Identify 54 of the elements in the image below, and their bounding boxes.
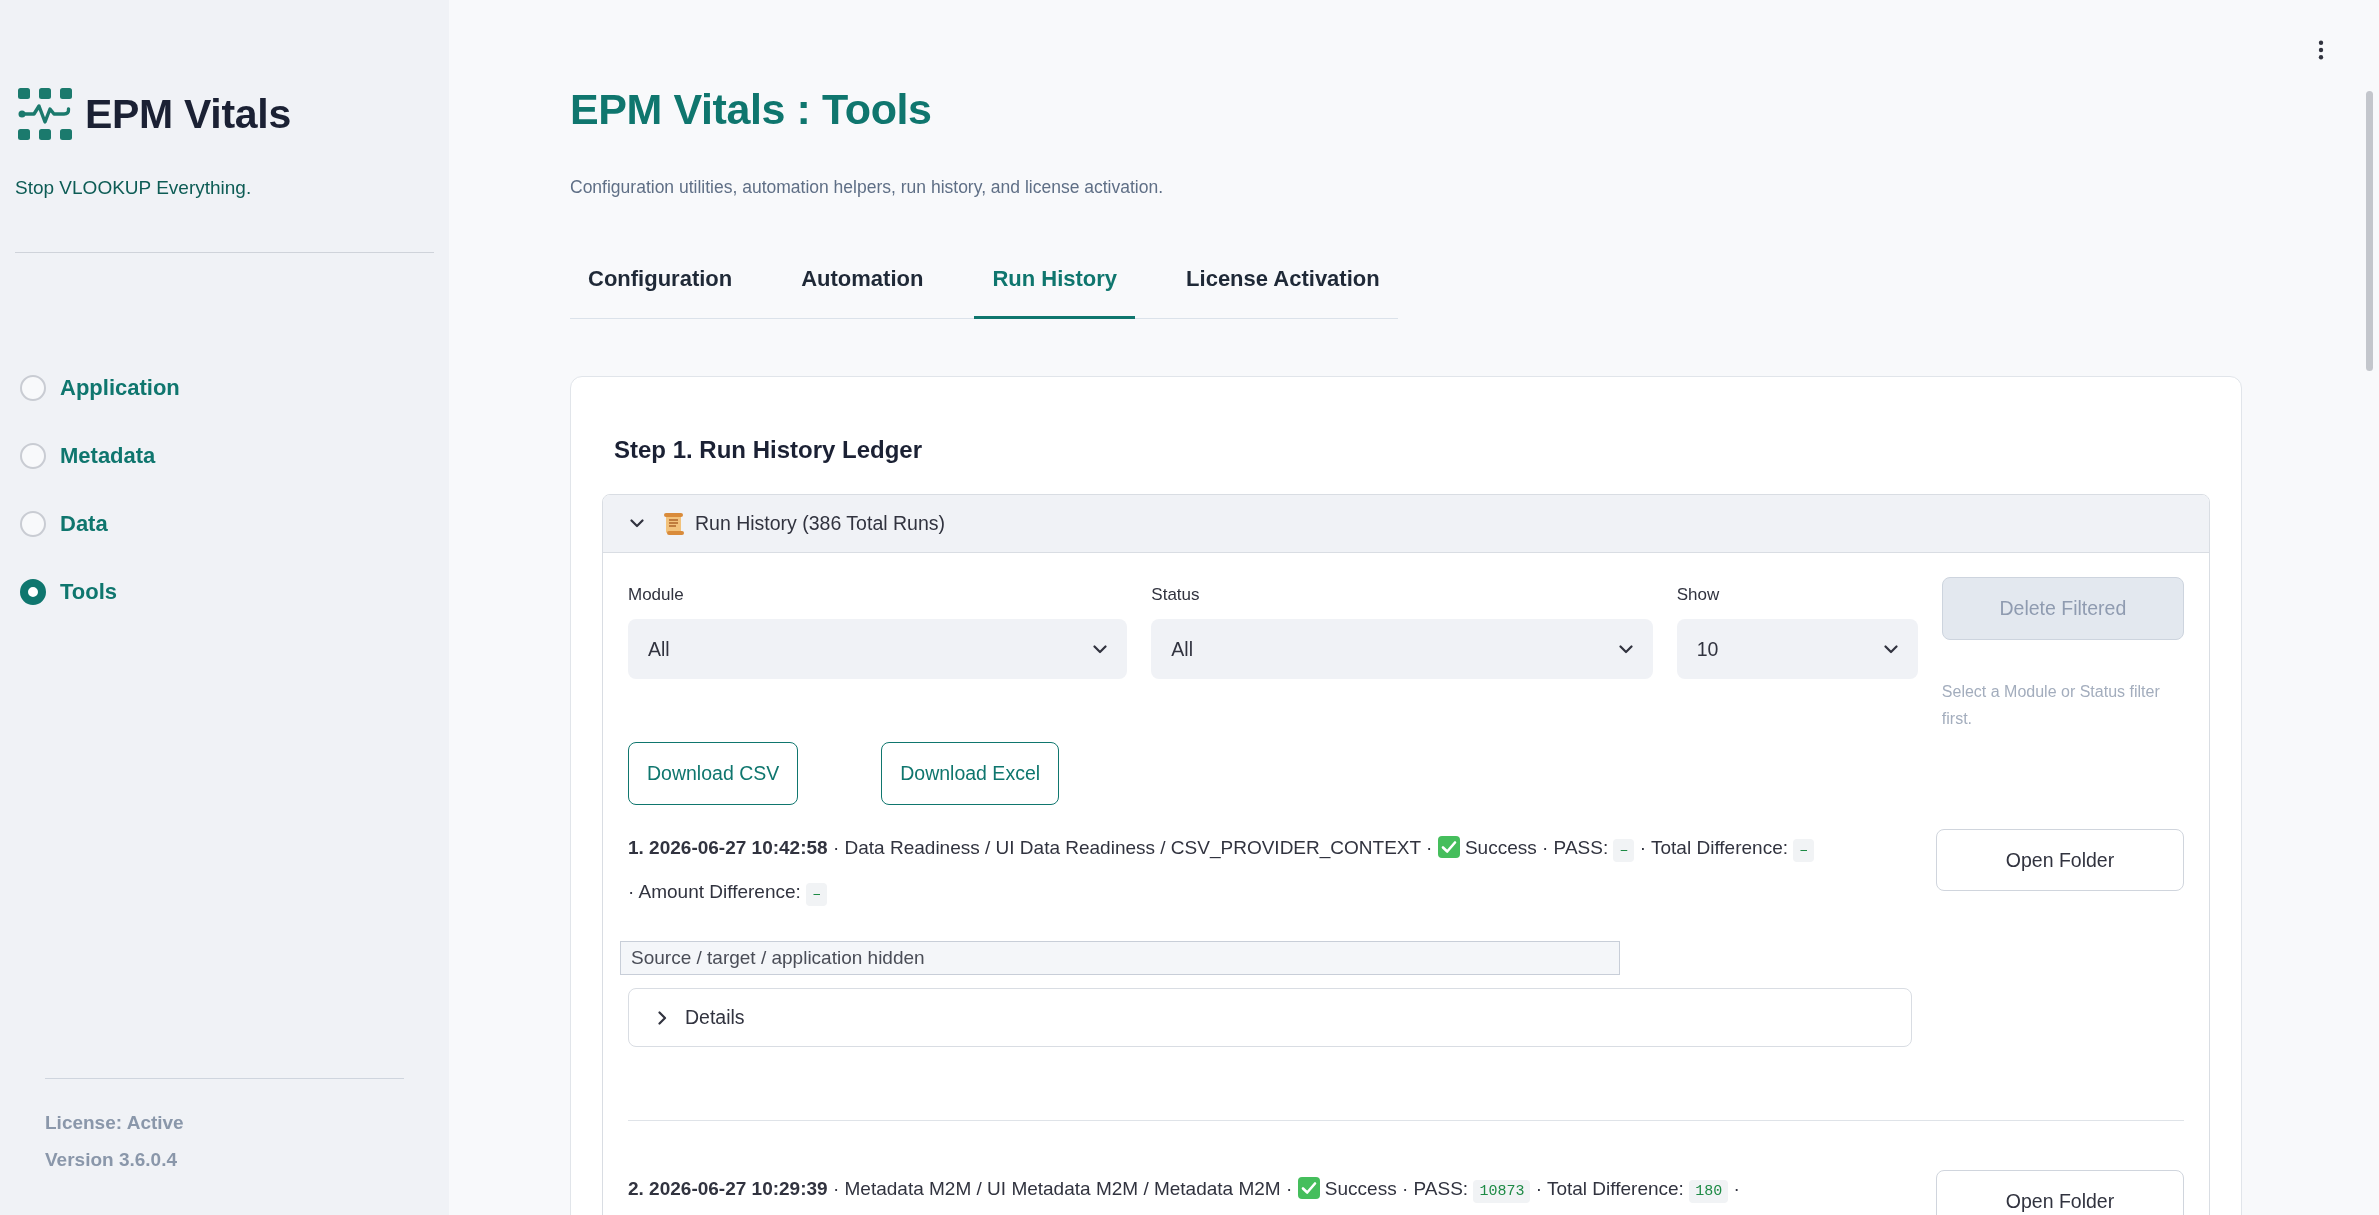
download-button[interactable]: Download CSV [628,742,799,805]
run-timestamp: 1. 2026-06-27 10:42:58 [628,837,828,858]
code-value: 10873 [1473,1180,1531,1203]
page-title: EPM Vitals : Tools [570,84,933,135]
hidden-notice: Source / target / application hidden [620,941,1620,975]
tab[interactable]: License Activation [1168,250,1398,319]
download-button[interactable]: Download Excel [881,742,1060,805]
expander-header[interactable]: Run History (386 Total Runs) [603,495,2209,553]
section-heading: Step 1. Run History Ledger [614,435,924,465]
nav-option[interactable]: Application [0,354,180,422]
license-status: License: Active [45,1111,185,1135]
run-summary-text: · Data Readiness / UI Data Readiness / CSV_PROVIDER_CONTEXT · [832,837,1433,858]
chevron-down-icon [1883,644,1898,654]
page-subtitle: Configuration utilities, automation helpers, run history, and license activation. [570,176,1165,199]
version-label: Version 3.6.0.4 [45,1148,179,1172]
run-summary-text: · Total Difference: [1639,837,1788,858]
chevron-down-icon [630,519,644,528]
scrollbar-thumb[interactable] [2366,91,2373,371]
code-value: – [1613,839,1635,862]
code-value: – [1793,839,1815,862]
nav-option[interactable]: Data [0,490,108,558]
more-menu-icon[interactable] [2318,40,2324,60]
tab[interactable]: Configuration [570,250,751,319]
details-expander[interactable]: Details [628,988,1912,1047]
dropdown-field[interactable]: All [628,619,1128,679]
tagline: Stop VLOOKUP Everything. [15,176,253,200]
chevron-right-icon [658,1010,667,1025]
brand-name: EPM Vitals [85,90,291,139]
run-summary-text: Success · PASS: [1324,1178,1469,1199]
dropdown-field[interactable]: All [1151,619,1653,679]
run-summary-text: · Metadata M2M / UI Metadata M2M / Metadata M2M · [832,1178,1293,1199]
pulse-grid-icon [18,88,72,140]
helper-text: Select a Module or Status filter first. [1941,682,2161,729]
nav-option[interactable]: Metadata [0,422,156,490]
code-value: – [806,883,828,906]
tab[interactable]: Automation [783,250,942,319]
filter-label: Status [1151,584,1201,606]
run-timestamp: 2. 2026-06-27 10:29:39 [628,1178,828,1199]
chevron-down-icon [1093,644,1108,654]
tab[interactable]: Run History [974,250,1136,319]
open-folder-button[interactable]: Open Folder [1936,1170,2184,1215]
run-summary-text: Success · PASS: [1464,837,1609,858]
filter-label: Show [1676,584,1721,606]
run-summary-text: · Amount Difference: [628,881,801,902]
open-folder-button[interactable]: Open Folder [1936,829,2184,891]
filter-label: Module [628,584,685,606]
run-summary-text: · Total Difference: [1535,1178,1684,1199]
dropdown-field[interactable]: 10 [1676,619,1918,679]
run-summary-text: · [1733,1178,1740,1199]
radio-icon[interactable] [20,579,46,605]
code-value: 180 [1689,1180,1729,1203]
nav-option[interactable]: Tools [0,558,118,626]
chevron-down-icon [1618,644,1633,654]
scroll-icon [663,511,685,536]
